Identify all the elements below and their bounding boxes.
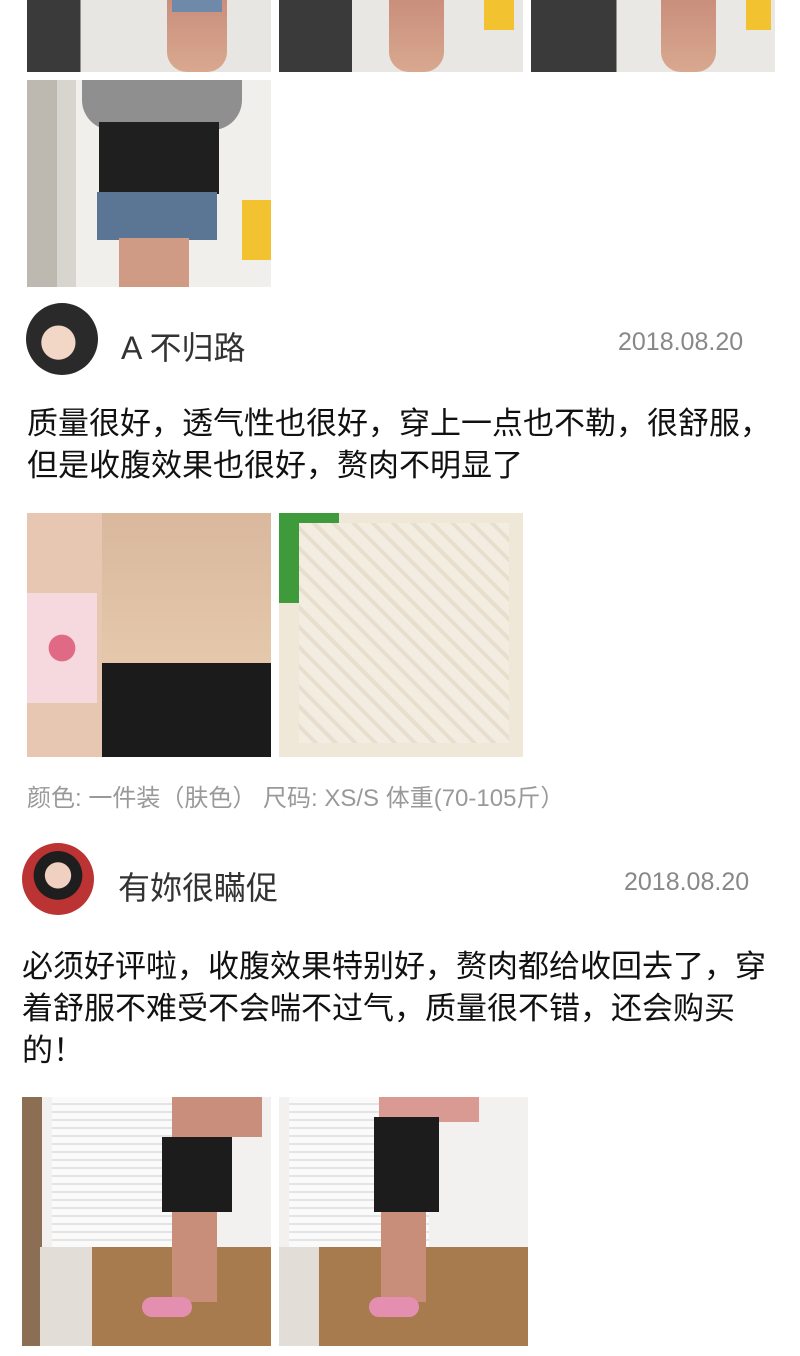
photo-top — [172, 1097, 262, 1137]
review-photo[interactable] — [279, 1097, 528, 1346]
photo-legs — [172, 1212, 217, 1302]
review-photo[interactable] — [22, 1097, 271, 1346]
photo-chair — [242, 200, 271, 260]
photo-mirror-frame — [27, 80, 57, 287]
photo-slippers — [369, 1297, 419, 1317]
review-photo[interactable] — [279, 513, 523, 757]
review-date: 2018.08.20 — [624, 868, 750, 896]
photo-shapewear — [374, 1117, 439, 1212]
review-text: 质量很好，透气性也很好，穿上一点也不勒，很舒服，但是收腹效果也很好，赘肉不明显了 — [27, 406, 771, 483]
review-photo[interactable] — [27, 80, 271, 287]
review-photo[interactable] — [279, 0, 523, 72]
photo-fabric — [299, 523, 509, 743]
photo-slippers — [142, 1297, 192, 1317]
photo-figure — [389, 0, 444, 72]
review-date: 2018.08.20 — [618, 328, 744, 356]
photo-waist-trainer — [102, 513, 271, 683]
username[interactable]: 有妳很瞞促 — [118, 863, 278, 909]
photo-pants — [102, 663, 271, 757]
avatar[interactable] — [22, 843, 94, 915]
photo-legs — [119, 238, 189, 287]
photo-chair — [746, 0, 771, 30]
username[interactable]: A 不归路 — [121, 323, 245, 369]
photo-figure — [661, 0, 716, 72]
photo-waist-trainer — [99, 122, 219, 194]
avatar[interactable] — [26, 303, 98, 375]
review-photo[interactable] — [27, 0, 271, 72]
photo-bedsheet — [27, 593, 97, 703]
review-photo[interactable] — [27, 513, 271, 757]
photo-shorts — [172, 0, 222, 12]
photo-legs — [381, 1212, 426, 1302]
photo-shapewear — [162, 1137, 232, 1212]
photo-chair — [484, 0, 514, 30]
sku-info: 颜色: 一件装（肤色） 尺码: XS/S 体重(70-105斤） — [27, 785, 565, 812]
review-text: 必须好评啦，收腹效果特别好，赘肉都给收回去了，穿着舒服不难受不会喘不过气，质量很… — [22, 949, 766, 1068]
photo-shorts — [97, 192, 217, 240]
review-photo[interactable] — [531, 0, 775, 72]
